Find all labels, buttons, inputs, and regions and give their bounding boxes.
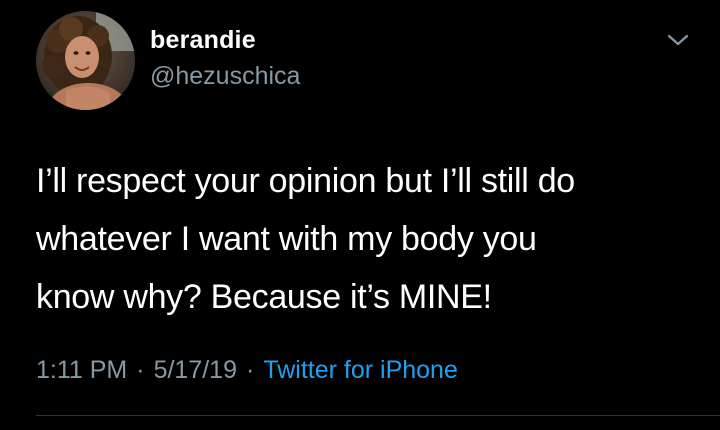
tweet-date[interactable]: 5/17/19 [154,356,237,384]
divider [36,415,720,416]
tweet-card: berandie @hezuschica I’ll respect your o… [0,0,720,430]
tweet-meta: 1:11 PM · 5/17/19 · Twitter for iPhone [36,356,458,385]
chevron-down-icon[interactable] [664,30,692,50]
tweet-time[interactable]: 1:11 PM [36,356,127,384]
meta-separator: · [136,356,145,384]
display-name[interactable]: berandie [150,26,256,55]
tweet-source-link[interactable]: Twitter for iPhone [263,356,458,384]
meta-separator: · [246,356,255,384]
avatar-image [36,11,135,110]
avatar[interactable] [36,11,135,110]
user-handle[interactable]: @hezuschica [150,62,300,91]
tweet-text: I’ll respect your opinion but I’ll still… [36,162,575,316]
